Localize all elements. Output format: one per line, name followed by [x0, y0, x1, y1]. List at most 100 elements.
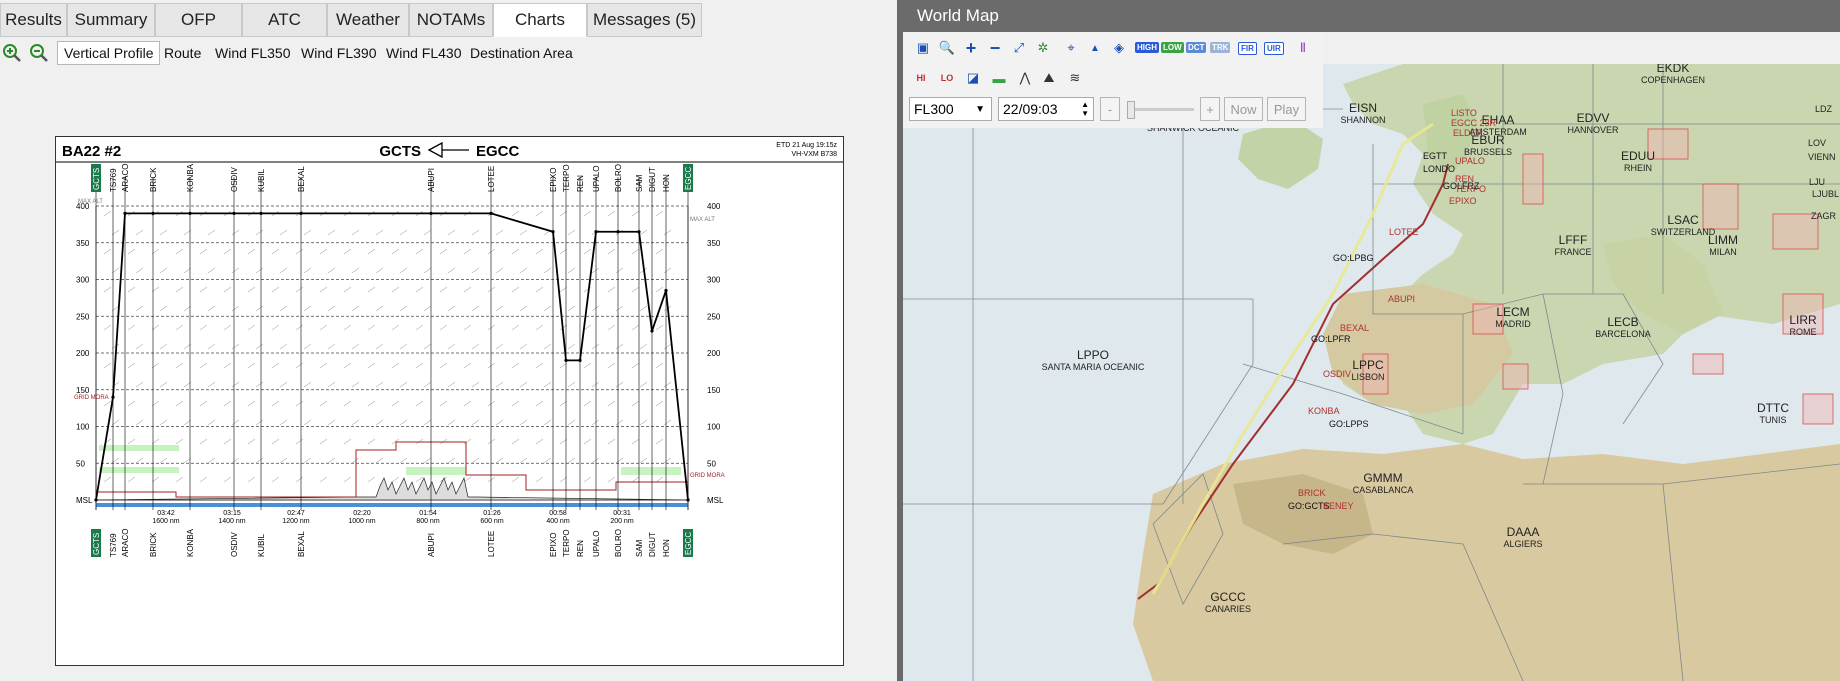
play-button[interactable]: Play: [1267, 97, 1306, 121]
layers-window-icon[interactable]: ▣: [911, 36, 935, 60]
tab-summary[interactable]: Summary: [67, 3, 155, 37]
fir-toggle[interactable]: FIR: [1238, 42, 1257, 55]
waypoint-label-bottom: REN: [576, 540, 585, 557]
fir-name: CANARIES: [1205, 604, 1251, 614]
y-tick-label: 250: [76, 312, 90, 321]
terrain-icon[interactable]: ⋀: [1013, 66, 1037, 90]
fit-route-icon[interactable]: ⤢: [1007, 36, 1031, 60]
waypoint-label-top: BRICK: [149, 167, 158, 192]
waypoint-marker: [111, 395, 115, 399]
hi-chart-icon[interactable]: HI: [909, 66, 933, 90]
now-button[interactable]: Now: [1224, 97, 1263, 121]
high-toggle[interactable]: HIGH: [1135, 42, 1159, 53]
fir-name: MADRID: [1495, 319, 1531, 329]
y-tick-label: 300: [707, 276, 721, 285]
tab-weather[interactable]: Weather: [327, 3, 409, 37]
time-plus-button[interactable]: +: [1200, 97, 1220, 121]
fir-name: MILAN: [1709, 247, 1737, 257]
airport-label: GO:LPBG: [1333, 253, 1374, 263]
tab-charts[interactable]: Charts: [493, 3, 587, 37]
time-slider[interactable]: [1127, 108, 1194, 111]
subtab-wind-fl390[interactable]: Wind FL390: [295, 41, 382, 65]
tab-results[interactable]: Results: [0, 3, 67, 37]
waypoint-label-bottom: KUBIL: [257, 533, 266, 557]
time-mark: 01:26: [483, 510, 501, 517]
waypoint-label-bottom: EGCC: [684, 532, 693, 555]
waypoint-marker: [123, 211, 127, 215]
subtab-route[interactable]: Route: [158, 41, 207, 65]
triangle-icon[interactable]: ▲: [1083, 36, 1107, 60]
flight-level-value: FL300: [914, 101, 954, 117]
time-mark: 00:58: [549, 510, 567, 517]
subtab-wind-fl350[interactable]: Wind FL350: [209, 41, 296, 65]
time-minus-button[interactable]: -: [1100, 97, 1120, 121]
y-tick-label: 300: [76, 276, 90, 285]
subtab-wind-fl430[interactable]: Wind FL430: [380, 41, 467, 65]
datetime-input[interactable]: 22/09:03 ▲ ▼: [998, 97, 1094, 121]
subtab-vertical-profile[interactable]: Vertical Profile: [57, 41, 161, 65]
waypoint-label-top: EPIXO: [549, 168, 558, 192]
mountains-icon[interactable]: ⛰: [1037, 66, 1061, 90]
waypoint-label-bottom: EPIXO: [549, 533, 558, 557]
time-mark: 01:54: [419, 510, 437, 517]
time-mark: 03:42: [157, 510, 175, 517]
low-toggle[interactable]: LOW: [1161, 42, 1184, 53]
fir-name: ROME: [1790, 327, 1817, 337]
lo-chart-icon[interactable]: LO: [935, 66, 959, 90]
region-fragment-label: LJU: [1809, 177, 1825, 187]
region-fragment-label: LJUBL: [1812, 189, 1839, 199]
route-waypoint-label: TERPO: [1455, 184, 1486, 194]
waypoint-marker: [259, 211, 263, 215]
world-map[interactable]: EGGXSHANWICK OCEANICEISNSHANNONEHAAAMSTE…: [903, 64, 1840, 681]
flight-level-select[interactable]: FL300 ▼: [909, 97, 992, 121]
route-waypoint-label: OSDIV: [1323, 369, 1351, 379]
distance-mark: 1000 nm: [348, 518, 375, 525]
layers-icon[interactable]: ◈: [1107, 36, 1131, 60]
route-waypoint-label: REN: [1455, 174, 1474, 184]
search-icon[interactable]: 🔍: [935, 36, 959, 60]
fir-name: CASABLANCA: [1353, 485, 1414, 495]
uir-toggle[interactable]: UIR: [1264, 42, 1284, 55]
terrain-profile: [95, 441, 689, 501]
tab-messages[interactable]: Messages (5): [587, 3, 702, 37]
y-tick-label: 150: [76, 386, 90, 395]
waypoint-label-top: TERPO: [562, 164, 571, 192]
distance-mark: 1600 nm: [152, 518, 179, 525]
tab-notams[interactable]: NOTAMs: [409, 3, 493, 37]
waves-icon[interactable]: ≋: [1063, 66, 1087, 90]
zoom-out-map-icon[interactable]: −: [983, 36, 1007, 60]
tab-atc[interactable]: ATC: [242, 3, 327, 37]
dct-toggle[interactable]: DCT: [1186, 42, 1207, 53]
waypoint-marker: [616, 230, 620, 234]
zoom-out-icon[interactable]: [29, 43, 49, 63]
zoom-in-map-icon[interactable]: +: [959, 36, 983, 60]
route-waypoint-label: EGCC 23R: [1451, 118, 1497, 128]
trk-toggle[interactable]: TRK: [1210, 42, 1231, 53]
waypoint-label-top: KONBA: [186, 163, 195, 192]
route-waypoint-label: BRICK: [1298, 488, 1326, 498]
settings-gear-icon[interactable]: ✲: [1031, 36, 1055, 60]
route-waypoint-label: LOTEE: [1389, 227, 1419, 237]
subtab-destination-area[interactable]: Destination Area: [464, 41, 579, 65]
airway-icon[interactable]: Ⅱ: [1291, 36, 1315, 60]
crosshair-icon[interactable]: ⌖: [1059, 36, 1083, 60]
waypoint-label-bottom: TS769: [109, 533, 118, 557]
route-waypoint-label: LISTO: [1451, 108, 1477, 118]
fir-name: ALGIERS: [1503, 539, 1542, 549]
tab-ofp[interactable]: OFP: [155, 3, 242, 37]
altitude-profile: [94, 211, 690, 502]
route-waypoint-label: KENEY: [1323, 501, 1354, 511]
time-slider-handle[interactable]: [1127, 101, 1135, 119]
time-mark: 00:31: [613, 510, 631, 517]
spinner-icon[interactable]: ▲ ▼: [1081, 100, 1089, 118]
zoom-in-icon[interactable]: [2, 43, 22, 63]
world-map-title: World Map: [917, 6, 999, 25]
etd-label: ETD 21 Aug 19:15z: [776, 142, 837, 149]
legend-icon[interactable]: ▬: [987, 66, 1011, 90]
y-tick-label: 400: [707, 202, 721, 211]
fir-code: LECB: [1607, 315, 1638, 329]
waypoint-marker: [151, 211, 155, 215]
waypoint-label-bottom: LOTEE: [487, 531, 496, 557]
chevron-down-icon: ▼: [975, 103, 985, 115]
shape-icon[interactable]: ◪: [961, 66, 985, 90]
